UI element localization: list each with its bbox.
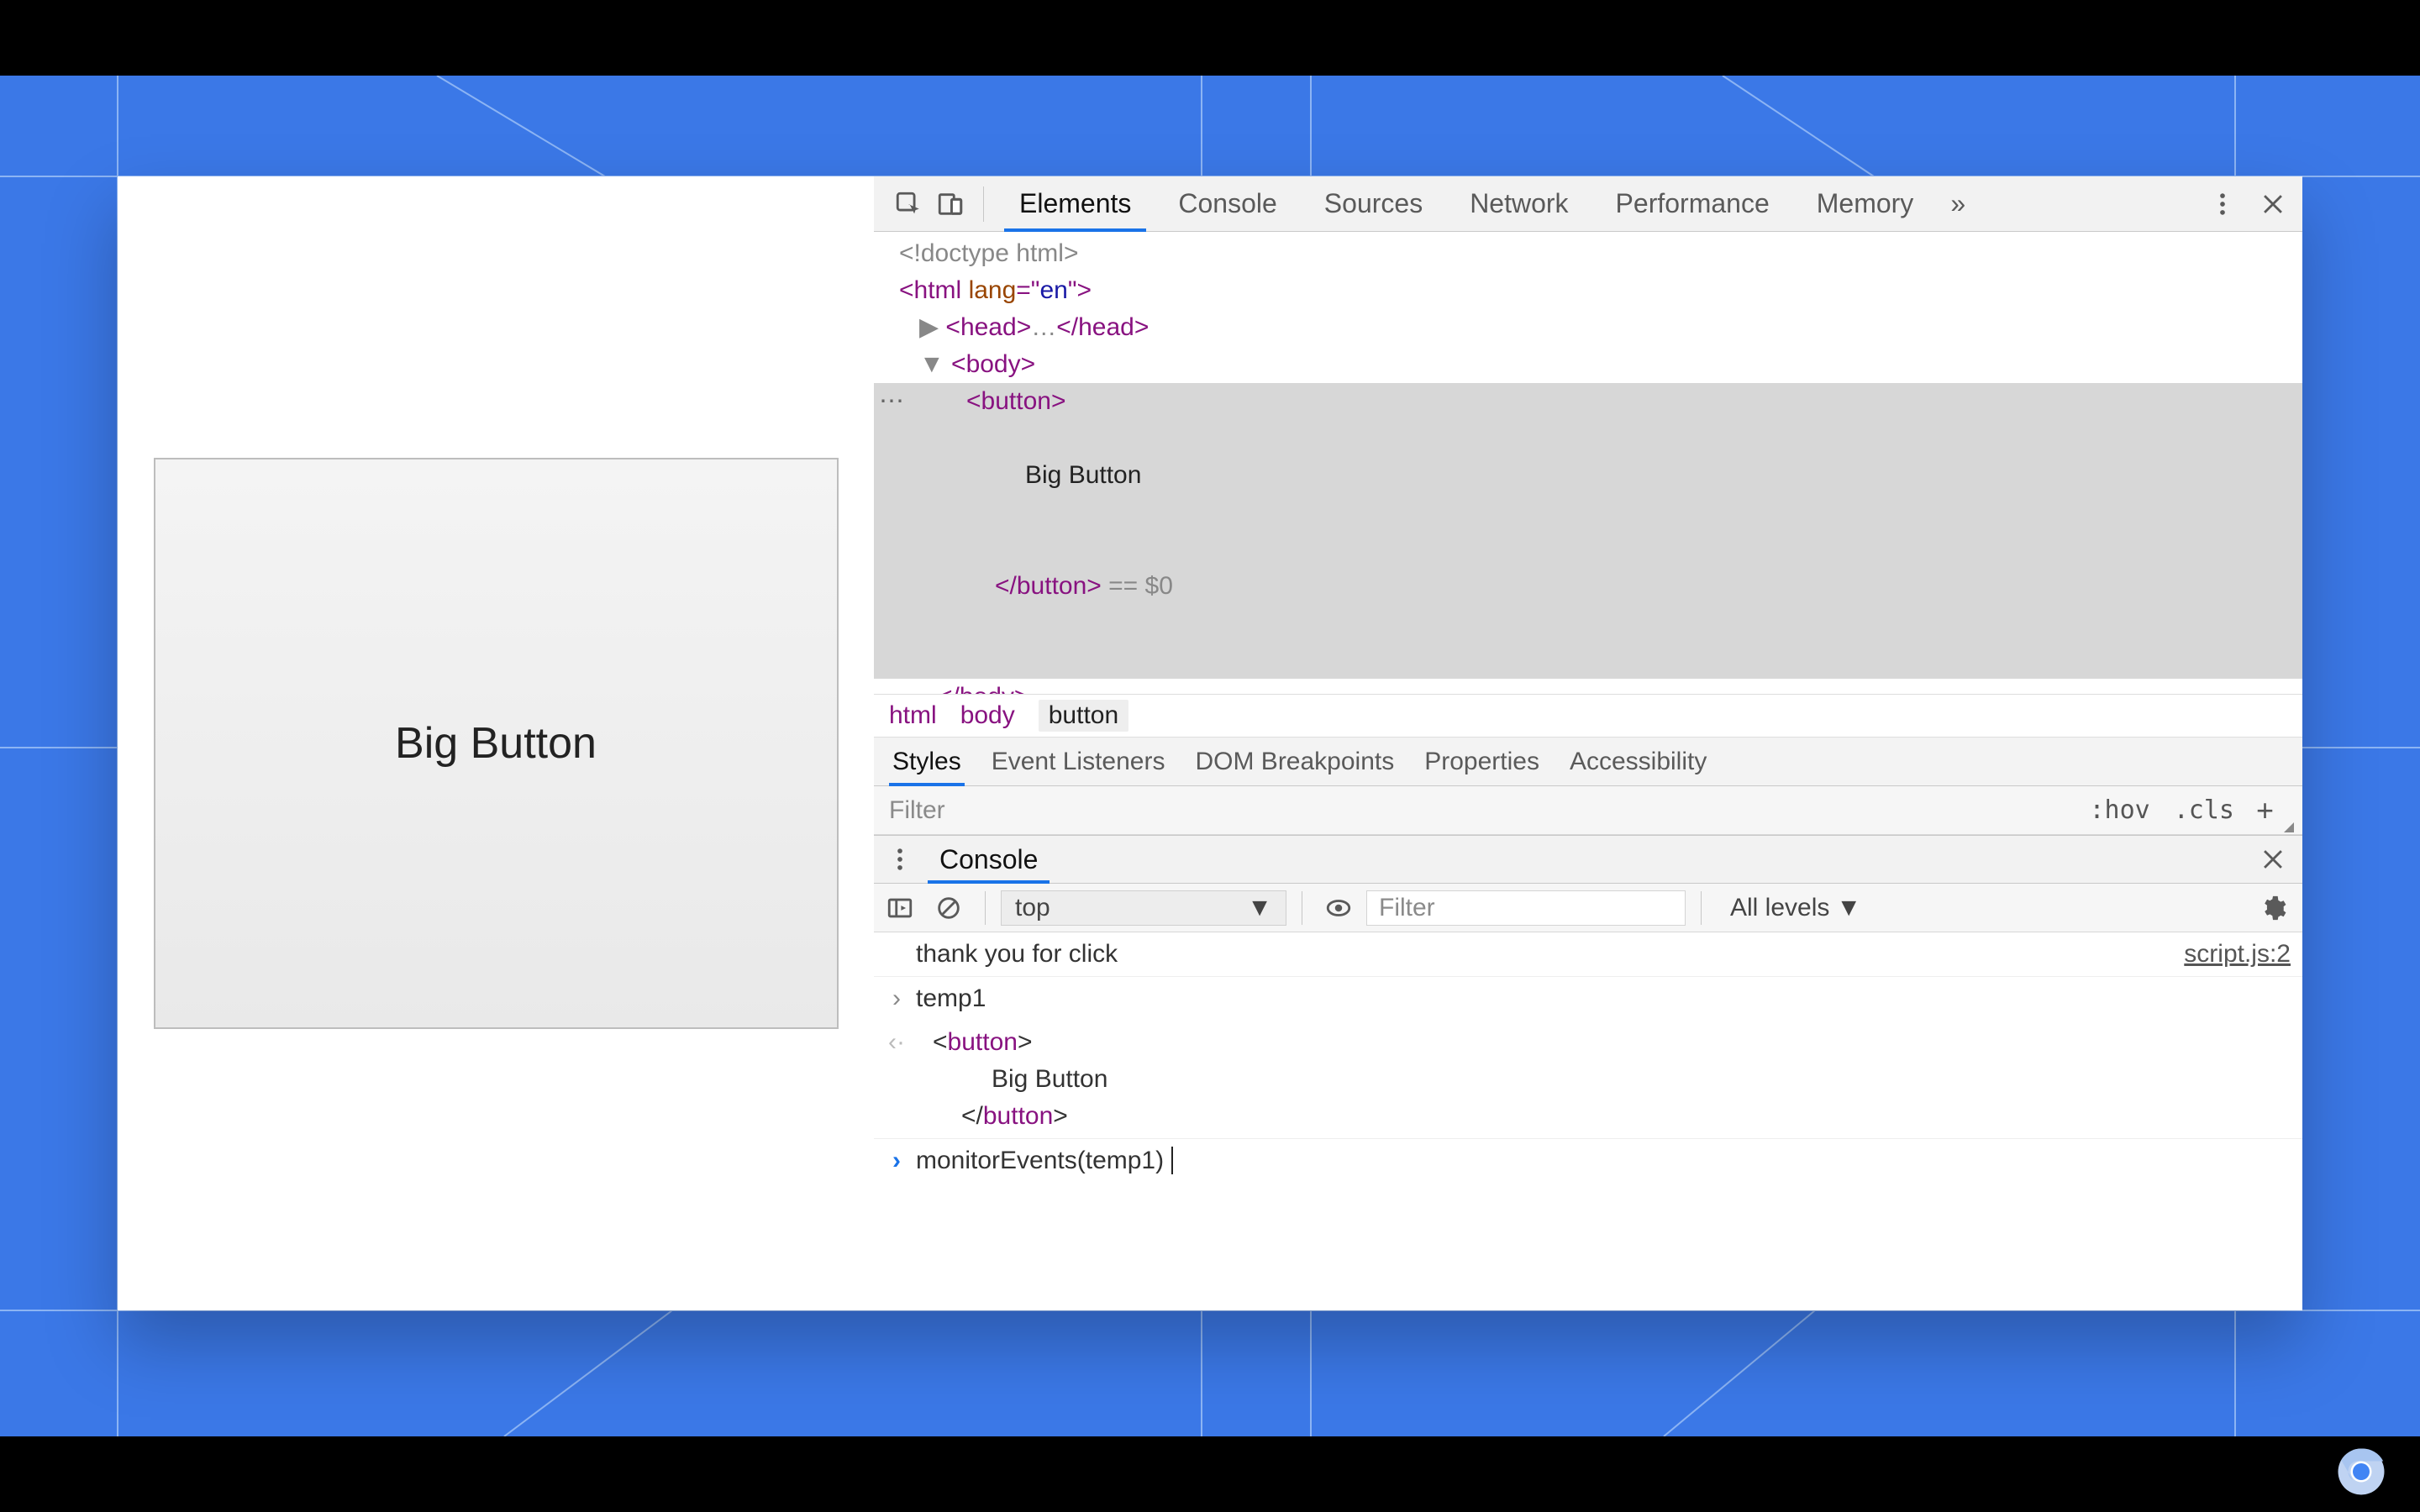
toggle-hov[interactable]: :hov	[2077, 795, 2161, 825]
console-input-text: monitorEvents(temp1)	[916, 1142, 1173, 1179]
tab-performance[interactable]: Performance	[1592, 176, 1793, 231]
dom-tree[interactable]: <!doctype html> <html lang="en"> ▶ <head…	[874, 232, 2302, 694]
letterbox-bottom	[0, 1436, 2420, 1512]
dom-html-open[interactable]: <html lang="en">	[874, 272, 2302, 309]
styles-subtabs: Styles Event Listeners DOM Breakpoints Prop…	[874, 738, 2302, 786]
separator	[983, 186, 984, 222]
log-message: thank you for click	[916, 936, 1118, 973]
subtab-properties[interactable]: Properties	[1424, 738, 1539, 785]
letterbox-top	[0, 0, 2420, 76]
live-expression-icon[interactable]	[1318, 887, 1360, 929]
rendered-page-pane: Big Button	[118, 176, 874, 1310]
dom-selected-button[interactable]: ⋯<button> Big Button </button> == $0	[874, 383, 2302, 679]
tab-memory[interactable]: Memory	[1793, 176, 1938, 231]
console-settings-icon[interactable]	[2252, 887, 2294, 929]
execution-context-selector[interactable]: top▼	[1001, 890, 1286, 926]
dom-doctype[interactable]: <!doctype html>	[874, 235, 2302, 272]
app-window: Big Button ElementsConsoleSourcesNetwork…	[118, 176, 2302, 1310]
crumb-button[interactable]: button	[1039, 700, 1128, 732]
styles-filter-row: Filter :hov .cls +	[874, 786, 2302, 835]
inspect-element-icon[interactable]	[887, 183, 929, 225]
new-style-rule-icon[interactable]: +	[2246, 793, 2284, 828]
tab-console[interactable]: Console	[1155, 176, 1300, 231]
subtab-event-listeners[interactable]: Event Listeners	[992, 738, 1165, 785]
subtab-dom-breakpoints[interactable]: DOM Breakpoints	[1195, 738, 1394, 785]
output-chevron-icon: ‹·	[886, 1024, 908, 1061]
separator	[985, 891, 986, 925]
console-input-row: › temp1	[874, 976, 2302, 1021]
input-chevron-icon: ›	[886, 1142, 908, 1179]
styles-filter-input[interactable]: Filter	[889, 796, 2077, 825]
log-levels-selector[interactable]: All levels▼	[1717, 894, 1875, 922]
console-output-text: Big Button	[916, 1061, 2291, 1098]
dom-body-close[interactable]: </body>	[874, 679, 2302, 694]
console-log-row: thank you for click script.js:2	[874, 932, 2302, 976]
separator	[1701, 891, 1702, 925]
close-devtools-icon[interactable]	[2252, 183, 2294, 225]
console-toolbar: top▼ Filter All levels▼	[874, 884, 2302, 932]
console-input-active-row[interactable]: › monitorEvents(temp1)	[874, 1138, 2302, 1183]
dom-button-text: Big Button	[966, 457, 2302, 494]
close-drawer-icon[interactable]	[2252, 838, 2294, 880]
more-tabs-icon[interactable]: »	[1937, 183, 1979, 225]
device-toolbar-icon[interactable]	[929, 183, 971, 225]
dom-head[interactable]: ▶ <head>…</head>	[874, 309, 2302, 346]
big-button[interactable]: Big Button	[154, 458, 839, 1029]
tab-elements[interactable]: Elements	[996, 176, 1155, 231]
crumb-body[interactable]: body	[960, 701, 1015, 730]
console-body[interactable]: thank you for click script.js:2 › temp1 …	[874, 932, 2302, 1310]
tab-network[interactable]: Network	[1446, 176, 1591, 231]
tab-sources[interactable]: Sources	[1301, 176, 1446, 231]
subtab-accessibility[interactable]: Accessibility	[1570, 738, 1707, 785]
drawer-menu-icon[interactable]	[879, 838, 921, 880]
subtab-styles[interactable]: Styles	[892, 738, 961, 785]
console-input-text: temp1	[916, 980, 986, 1017]
console-drawer-header: Console	[874, 835, 2302, 884]
devtools-panel: ElementsConsoleSourcesNetworkPerformance…	[874, 176, 2302, 1310]
input-chevron-icon: ›	[886, 980, 908, 1017]
dom-body-open[interactable]: ▼ <body>	[874, 346, 2302, 383]
console-drawer-tab[interactable]: Console	[921, 836, 1056, 883]
log-source-link[interactable]: script.js:2	[2184, 936, 2291, 973]
console-filter-input[interactable]: Filter	[1366, 890, 1686, 926]
kebab-menu-icon[interactable]	[2202, 183, 2244, 225]
console-output-row: ‹· <button> Big Button </button>	[874, 1021, 2302, 1138]
console-sidebar-toggle-icon[interactable]	[879, 887, 921, 929]
toggle-cls[interactable]: .cls	[2162, 795, 2246, 825]
crumb-html[interactable]: html	[889, 701, 937, 730]
devtools-tabs-bar: ElementsConsoleSourcesNetworkPerformance…	[874, 176, 2302, 232]
chrome-logo-icon	[2336, 1446, 2386, 1497]
clear-console-icon[interactable]	[928, 887, 970, 929]
resize-handle-icon[interactable]	[2284, 822, 2294, 832]
dom-breadcrumb: html body button	[874, 694, 2302, 738]
